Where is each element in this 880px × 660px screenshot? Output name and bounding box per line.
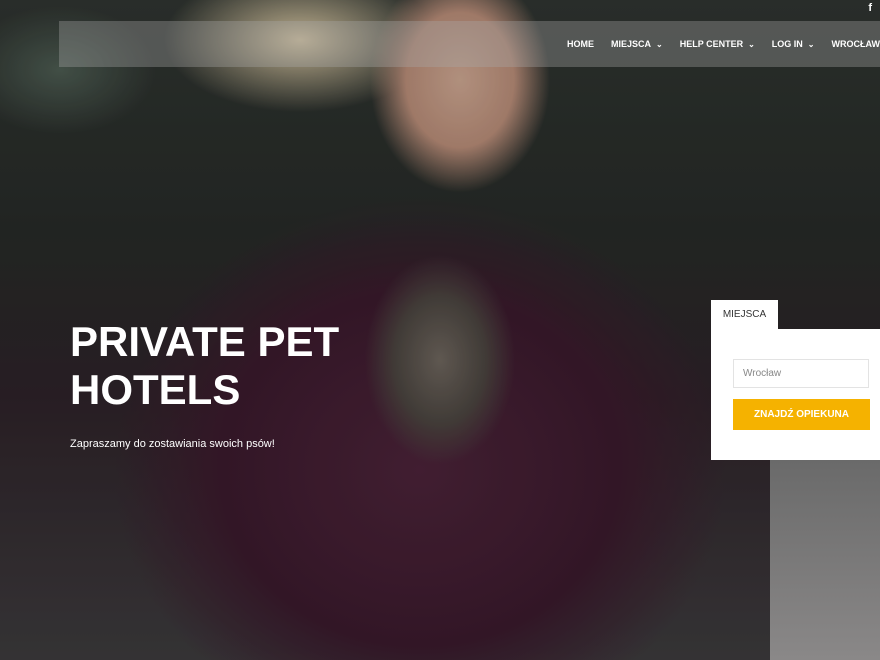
- nav-item-miejsca[interactable]: MIEJSCA ⌄: [611, 39, 663, 49]
- chevron-down-icon: ⌄: [748, 39, 755, 49]
- chevron-down-icon: ⌄: [807, 39, 815, 49]
- nav-item-label: HELP CENTER: [679, 39, 744, 49]
- hero-subtitle: Zapraszamy do zostawiania swoich psów!: [70, 438, 275, 450]
- hero-title: PRIVATE PET HOTELS: [70, 318, 340, 413]
- nav-item-label: HOME: [567, 39, 595, 49]
- chevron-down-icon: ⌄: [656, 39, 663, 49]
- nav-item-label: MIEJSCA: [611, 39, 652, 49]
- facebook-icon[interactable]: f: [868, 2, 872, 14]
- main-nav: HOME MIEJSCA ⌄ HELP CENTER ⌄ LOG IN ⌄ WR…: [567, 21, 880, 67]
- nav-item-help-center[interactable]: HELP CENTER ⌄: [680, 39, 755, 49]
- nav-item-city[interactable]: WROCŁAW: [832, 39, 880, 49]
- background-road: [770, 460, 880, 660]
- nav-item-log-in[interactable]: LOG IN ⌄: [772, 39, 815, 49]
- tab-miejsca[interactable]: MIEJSCA: [711, 300, 778, 329]
- nav-item-home[interactable]: HOME: [567, 39, 594, 49]
- nav-item-label: LOG IN: [771, 39, 803, 49]
- nav-item-label: WROCŁAW: [831, 39, 880, 49]
- search-panel: ZNAJDŹ OPIEKUNA: [711, 329, 880, 460]
- navigation-bar: HOME MIEJSCA ⌄ HELP CENTER ⌄ LOG IN ⌄ WR…: [59, 21, 880, 67]
- location-input[interactable]: [733, 359, 869, 388]
- find-sitter-button[interactable]: ZNAJDŹ OPIEKUNA: [733, 399, 870, 430]
